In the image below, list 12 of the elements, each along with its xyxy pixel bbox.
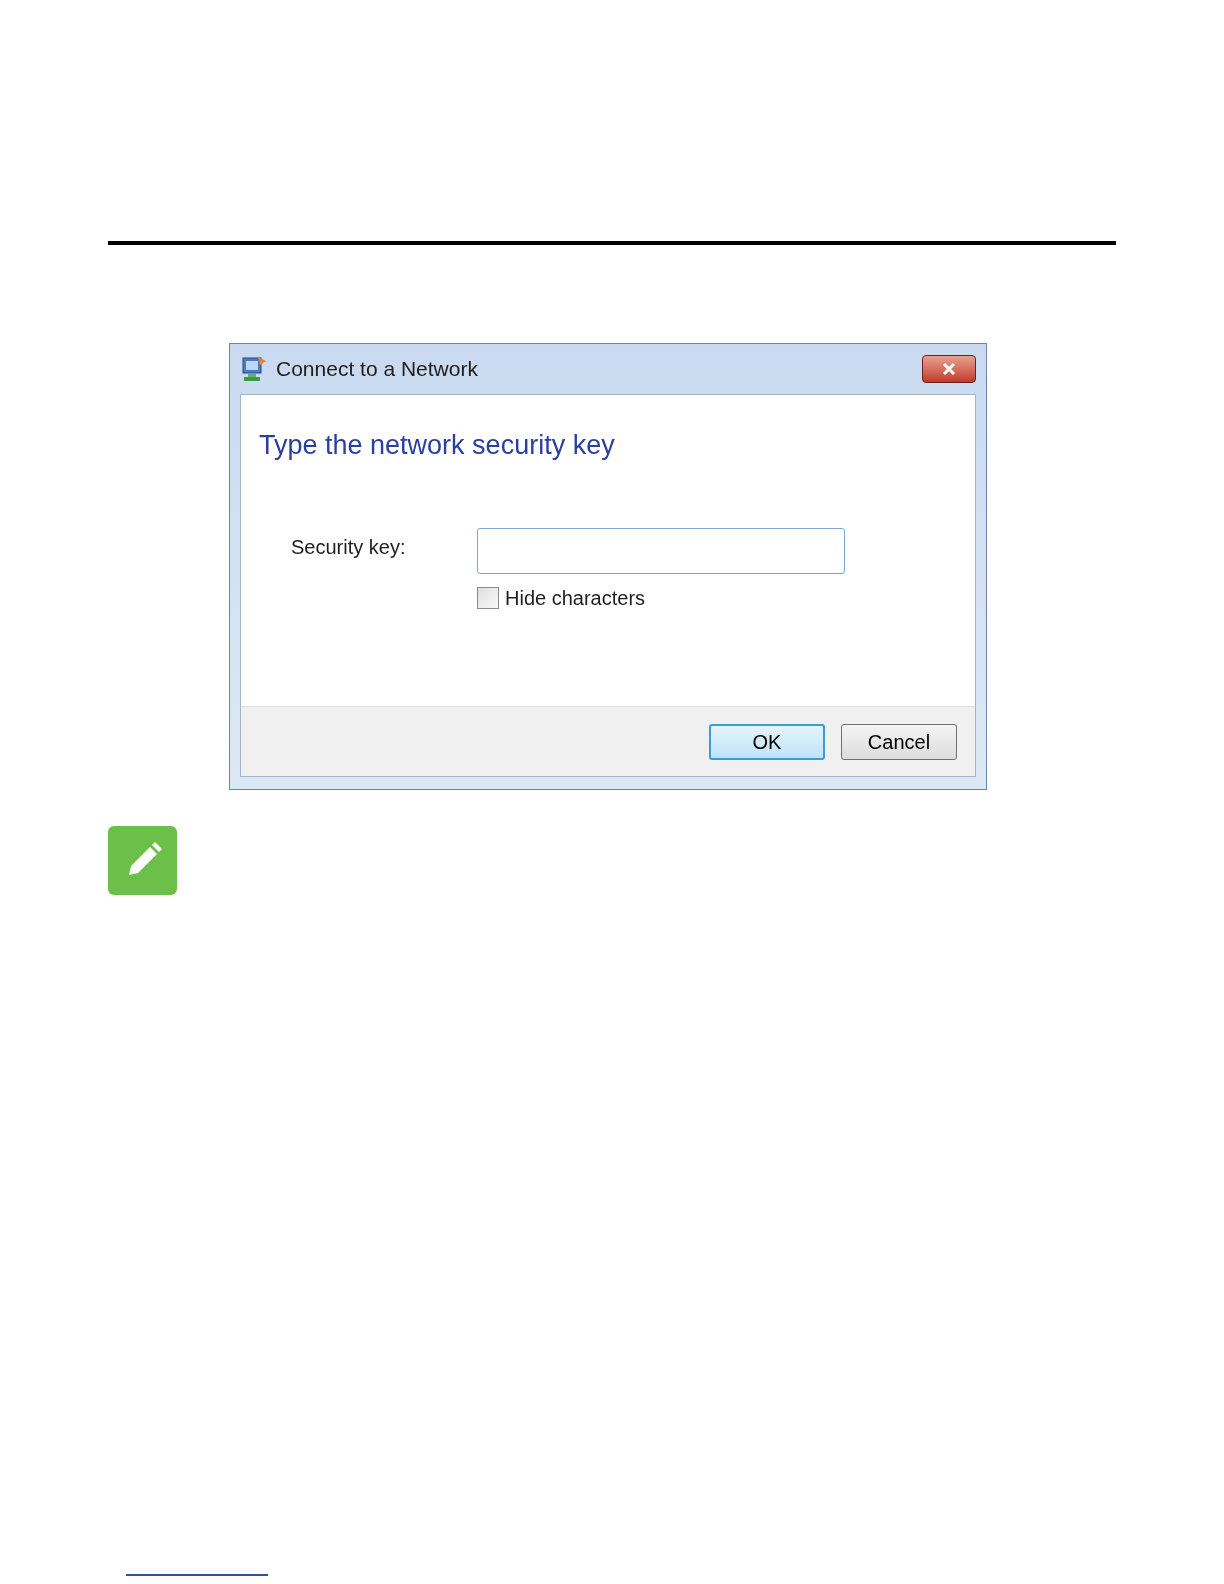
dialog-button[interactable]: OK (709, 723, 825, 760)
security-key-field[interactable] (477, 527, 845, 574)
checkbox-label: Hide characters (505, 585, 646, 611)
window-title: Connect to a Network (276, 356, 478, 383)
close-icon (941, 362, 957, 376)
network-icon (240, 355, 268, 383)
dialog-heading: Type the network security key (259, 429, 616, 462)
note-icon (108, 826, 177, 895)
close-button[interactable] (922, 355, 976, 383)
checkbox[interactable] (477, 586, 499, 609)
dialog-button[interactable]: Cancel (841, 723, 957, 760)
field-label: Security key: (291, 534, 407, 560)
